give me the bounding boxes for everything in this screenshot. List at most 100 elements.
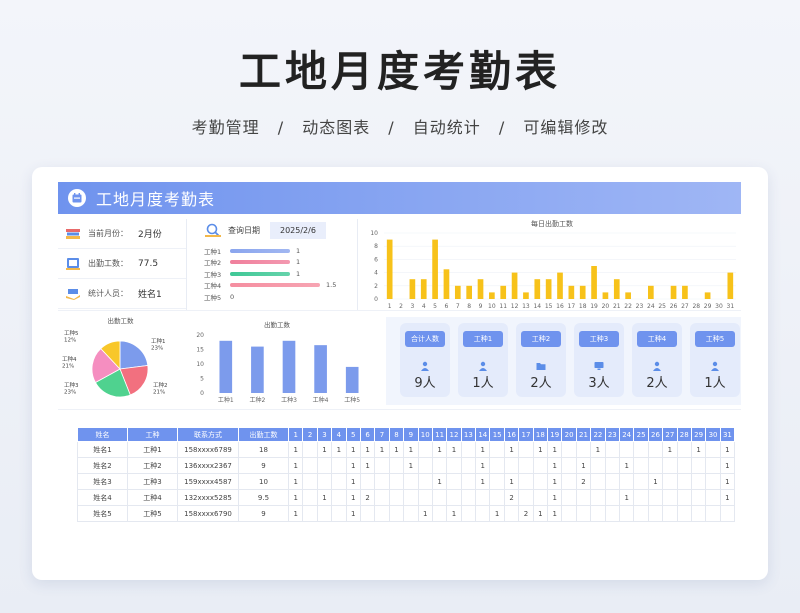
table-cell[interactable]: 姓名1 <box>77 441 128 458</box>
table-cell[interactable]: 1 <box>316 489 333 506</box>
table-cell[interactable]: 姓名4 <box>77 489 128 506</box>
table-cell[interactable]: 姓名2 <box>77 457 128 474</box>
table-cell[interactable] <box>331 505 347 522</box>
table-cell[interactable] <box>676 505 692 522</box>
table-cell[interactable] <box>575 441 592 458</box>
table-cell[interactable]: 1 <box>287 505 304 522</box>
table-cell[interactable] <box>460 473 477 490</box>
table-cell[interactable]: 1 <box>287 457 304 474</box>
table-cell[interactable]: 132xxxx5285 <box>177 489 239 506</box>
table-cell[interactable] <box>359 473 376 490</box>
table-cell[interactable] <box>604 457 620 474</box>
table-cell[interactable] <box>489 489 505 506</box>
table-cell[interactable] <box>503 505 520 522</box>
table-cell[interactable]: 姓名5 <box>77 505 128 522</box>
table-cell[interactable] <box>604 489 620 506</box>
table-cell[interactable] <box>388 473 405 490</box>
table-cell[interactable] <box>676 473 692 490</box>
table-cell[interactable] <box>647 457 664 474</box>
table-cell[interactable]: 9 <box>238 457 289 474</box>
table-cell[interactable] <box>417 473 433 490</box>
table-cell[interactable] <box>359 505 376 522</box>
table-cell[interactable] <box>705 473 721 490</box>
table-cell[interactable] <box>690 505 707 522</box>
table-cell[interactable] <box>316 457 333 474</box>
table-cell[interactable]: 1 <box>647 473 664 490</box>
table-cell[interactable] <box>676 441 692 458</box>
table-cell[interactable] <box>388 489 405 506</box>
table-cell[interactable] <box>662 505 678 522</box>
table-cell[interactable] <box>561 473 577 490</box>
table-cell[interactable] <box>460 505 477 522</box>
table-cell[interactable]: 1 <box>287 489 304 506</box>
table-cell[interactable]: 1 <box>719 489 736 506</box>
table-cell[interactable] <box>518 473 534 490</box>
table-cell[interactable] <box>374 489 390 506</box>
table-cell[interactable] <box>431 457 448 474</box>
table-cell[interactable] <box>618 505 635 522</box>
table-row[interactable]: 姓名3 工种3 159xxxx4587 10 1 1 1 1 1 1 2 1 1 <box>77 473 736 490</box>
table-cell[interactable] <box>403 489 419 506</box>
table-cell[interactable]: 1 <box>475 441 491 458</box>
table-cell[interactable]: 工种1 <box>127 441 178 458</box>
table-cell[interactable]: 2 <box>518 505 534 522</box>
table-cell[interactable]: 9 <box>238 505 289 522</box>
table-cell[interactable] <box>388 457 405 474</box>
table-cell[interactable]: 1 <box>618 489 635 506</box>
table-cell[interactable]: 2 <box>359 489 376 506</box>
table-cell[interactable]: 2 <box>575 473 592 490</box>
table-cell[interactable]: 1 <box>690 441 707 458</box>
table-cell[interactable] <box>532 457 549 474</box>
table-cell[interactable] <box>316 505 333 522</box>
table-cell[interactable]: 1 <box>431 441 448 458</box>
table-cell[interactable] <box>590 489 606 506</box>
table-cell[interactable] <box>590 457 606 474</box>
table-cell[interactable] <box>518 441 534 458</box>
table-cell[interactable] <box>518 457 534 474</box>
table-cell[interactable] <box>633 505 649 522</box>
table-cell[interactable] <box>633 473 649 490</box>
table-cell[interactable] <box>618 473 635 490</box>
table-cell[interactable] <box>662 457 678 474</box>
table-cell[interactable]: 1 <box>475 457 491 474</box>
table-cell[interactable] <box>575 489 592 506</box>
table-cell[interactable] <box>618 441 635 458</box>
table-cell[interactable] <box>503 457 520 474</box>
table-cell[interactable]: 工种4 <box>127 489 178 506</box>
table-cell[interactable] <box>316 473 333 490</box>
table-cell[interactable]: 1 <box>345 505 361 522</box>
table-cell[interactable] <box>590 505 606 522</box>
table-cell[interactable] <box>489 457 505 474</box>
table-cell[interactable] <box>302 457 318 474</box>
table-cell[interactable] <box>417 489 433 506</box>
table-cell[interactable]: 158xxxx6790 <box>177 505 239 522</box>
table-cell[interactable] <box>374 457 390 474</box>
table-cell[interactable]: 1 <box>374 441 390 458</box>
table-cell[interactable]: 1 <box>575 457 592 474</box>
table-cell[interactable]: 159xxxx4587 <box>177 473 239 490</box>
table-cell[interactable]: 1 <box>359 441 376 458</box>
table-cell[interactable] <box>417 457 433 474</box>
table-cell[interactable]: 1 <box>532 505 549 522</box>
table-cell[interactable] <box>374 473 390 490</box>
table-cell[interactable] <box>705 505 721 522</box>
table-cell[interactable]: 158xxxx6789 <box>177 441 239 458</box>
table-cell[interactable]: 1 <box>345 457 361 474</box>
table-cell[interactable]: 136xxxx2367 <box>177 457 239 474</box>
table-cell[interactable]: 工种2 <box>127 457 178 474</box>
table-cell[interactable] <box>604 473 620 490</box>
table-cell[interactable]: 1 <box>719 457 736 474</box>
table-cell[interactable] <box>690 489 707 506</box>
table-cell[interactable]: 1 <box>547 457 563 474</box>
table-cell[interactable]: 1 <box>662 441 678 458</box>
table-row[interactable]: 姓名4 工种4 132xxxx5285 9.5 1 1 1 2 2 1 1 1 <box>77 489 736 506</box>
table-row[interactable]: 姓名1 工种1 158xxxx6789 18 1 1 1 1 1 1 1 1 1 1 1 1 1 1 1 1 1 1 <box>77 441 736 458</box>
table-cell[interactable]: 1 <box>547 473 563 490</box>
table-cell[interactable]: 1 <box>331 441 347 458</box>
table-cell[interactable] <box>403 473 419 490</box>
table-cell[interactable] <box>705 441 721 458</box>
table-cell[interactable] <box>331 457 347 474</box>
table-cell[interactable] <box>302 505 318 522</box>
table-cell[interactable] <box>460 441 477 458</box>
table-cell[interactable] <box>647 505 664 522</box>
